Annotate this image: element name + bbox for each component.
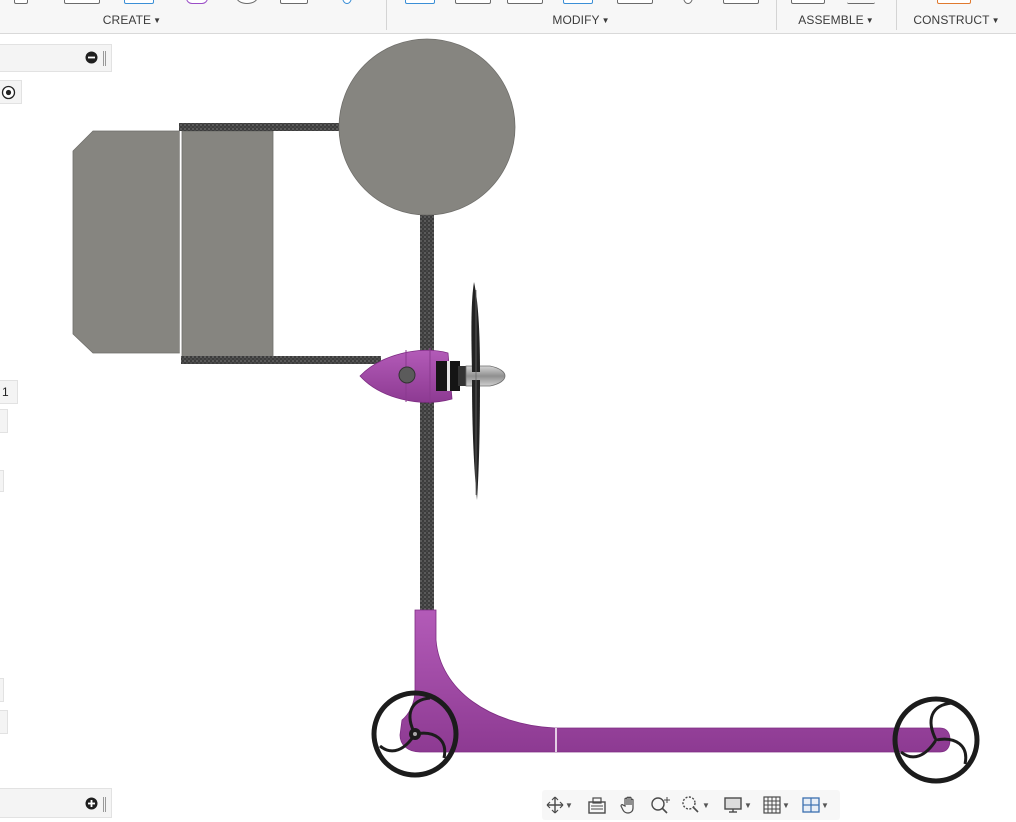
orbit-button[interactable]: ▼: [546, 794, 573, 816]
vertical-mast: [420, 200, 434, 620]
press-pull-icon[interactable]: [405, 0, 435, 4]
sail-panel-right: [181, 130, 274, 358]
grid-settings-button[interactable]: ▼: [763, 794, 790, 816]
shell-icon[interactable]: [563, 0, 593, 4]
sail-panel-left: [72, 130, 181, 354]
chevron-down-icon[interactable]: ▼: [782, 801, 790, 810]
toolbar: CREATE ▼ MODIFY ▼ ASSEMBLE ▼ CONSTRUCT ▼: [0, 0, 1016, 34]
pipe-icon[interactable]: [342, 0, 352, 4]
viewports-button[interactable]: ▼: [802, 794, 829, 816]
zoom-window-icon: [682, 796, 699, 813]
create-menu-label[interactable]: CREATE ▼: [4, 13, 260, 27]
create-extra-group: [260, 0, 386, 34]
modify-menu-label[interactable]: MODIFY ▼: [387, 13, 775, 27]
grid-settings-icon: [763, 796, 781, 814]
scooter-frame: [399, 609, 951, 753]
pan-button[interactable]: [619, 794, 639, 816]
construct-group[interactable]: CONSTRUCT ▼: [897, 0, 1016, 34]
modify-group[interactable]: MODIFY ▼: [387, 0, 775, 34]
orbit-icon: [546, 796, 564, 814]
chamfer-icon[interactable]: [507, 0, 543, 4]
pan-hand-icon: [620, 796, 634, 814]
chevron-down-icon[interactable]: ▼: [821, 801, 829, 810]
mirror-icon[interactable]: [280, 0, 308, 4]
navigation-bar: ▼ ▼ ▼ ▼ ▼: [542, 790, 840, 820]
display-settings-icon: [724, 797, 742, 813]
middle-rod: [181, 356, 381, 364]
form-icon[interactable]: [186, 0, 208, 4]
construct-menu-label[interactable]: CONSTRUCT ▼: [897, 13, 1016, 27]
top-rod: [179, 123, 345, 131]
create-group[interactable]: CREATE ▼: [4, 0, 260, 34]
zoom-icon: [651, 797, 670, 814]
chevron-down-icon[interactable]: ▼: [744, 801, 752, 810]
display-settings-button[interactable]: ▼: [723, 794, 752, 816]
zoom-window-button[interactable]: ▼: [681, 794, 710, 816]
assemble-group[interactable]: ASSEMBLE ▼: [777, 0, 895, 34]
create-sketch-icon[interactable]: [14, 0, 28, 4]
move-icon[interactable]: [683, 0, 693, 4]
combine-icon[interactable]: [617, 0, 653, 4]
look-at-icon: [588, 797, 606, 814]
new-component-icon[interactable]: [791, 0, 825, 4]
pod-bolt: [398, 366, 416, 384]
sphere-icon[interactable]: [236, 0, 258, 4]
chevron-down-icon[interactable]: ▼: [565, 801, 573, 810]
scooter-model[interactable]: [0, 35, 1016, 822]
canvas-viewport[interactable]: [0, 35, 1016, 822]
viewports-icon: [802, 797, 820, 813]
fusion-window: CREATE ▼ MODIFY ▼ ASSEMBLE ▼ CONSTRUCT ▼…: [0, 0, 1016, 822]
extrude-icon[interactable]: [64, 0, 100, 4]
top-disc: [338, 38, 516, 216]
joint-icon[interactable]: [847, 0, 875, 4]
offset-plane-icon[interactable]: [937, 0, 971, 4]
assemble-menu-label[interactable]: ASSEMBLE ▼: [777, 13, 895, 27]
revolve-icon[interactable]: [124, 0, 154, 4]
chevron-down-icon[interactable]: ▼: [702, 801, 710, 810]
fillet-icon[interactable]: [455, 0, 491, 4]
align-icon[interactable]: [723, 0, 759, 4]
zoom-button[interactable]: [650, 794, 672, 816]
look-at-button[interactable]: [587, 794, 607, 816]
spinner: [465, 365, 506, 387]
